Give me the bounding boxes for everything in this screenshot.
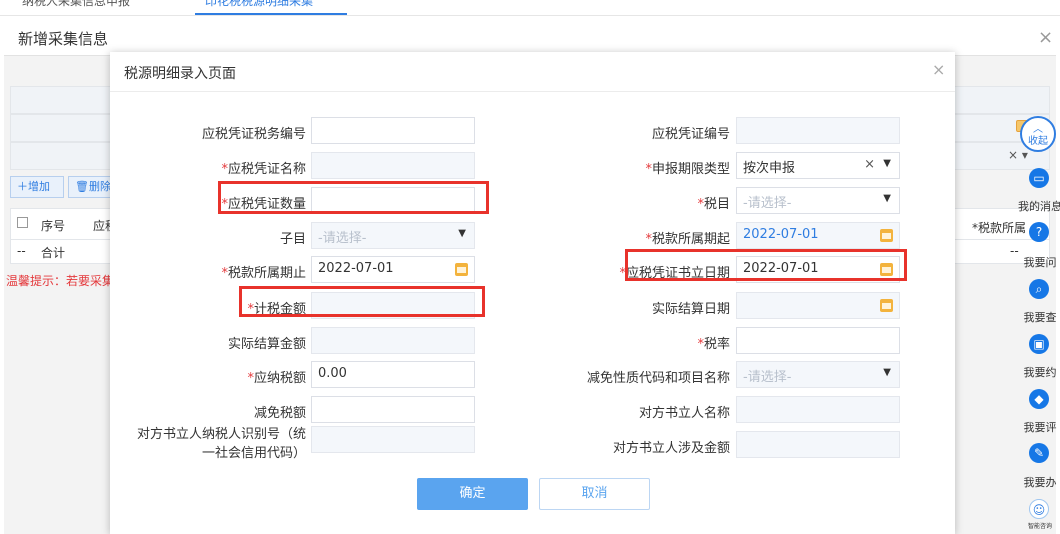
tax-reduction-input[interactable] — [311, 396, 475, 423]
tax-rate-input[interactable] — [736, 327, 900, 354]
field-label-actual-settlement-amount: 实际结算金额 — [227, 337, 306, 352]
tab-stamp-tax-source[interactable]: 印花税税源明细采集 — [205, 0, 313, 9]
field-label-counterparty-amount: 对方书立人涉及金额 — [612, 441, 730, 456]
cancel-button[interactable]: 取消 — [539, 478, 650, 510]
sub-item-select[interactable]: -请选择- ▼ — [311, 222, 475, 249]
field-label-counterparty-tax-id: 对方书立人纳税人识别号（统一社会信用代码） — [136, 427, 306, 461]
help-label-smart[interactable]: 智能咨询 — [1015, 521, 1060, 530]
modal-title: 税源明细录入页面 — [124, 66, 236, 82]
help-label-messages[interactable]: 我的消息 — [1015, 198, 1060, 214]
tax-payable-input[interactable]: 0.00 — [311, 361, 475, 388]
select-all-checkbox[interactable] — [17, 217, 28, 228]
field-label-reduction-code: 减免性质代码和项目名称 — [586, 371, 730, 386]
field-label-tax-rate: *税率 — [697, 337, 730, 352]
calendar-icon[interactable] — [880, 229, 893, 242]
column-header-tax-period: *税款所属 — [972, 221, 1027, 235]
field-label-voucher-tax-no: 应税凭证税务编号 — [201, 127, 306, 142]
delete-row-button[interactable]: 🗑删除 — [68, 176, 114, 198]
top-tab-strip: 纳税人采集信息申报 印花税税源明细采集 — [0, 0, 1060, 16]
close-icon[interactable]: × — [932, 60, 945, 79]
active-tab-indicator — [195, 13, 347, 15]
caret-down-icon: ▼ — [883, 193, 891, 204]
field-label-period-start: *税款所属期起 — [645, 232, 730, 247]
calendar-icon[interactable]: ▣ — [1029, 334, 1049, 354]
calendar-icon[interactable] — [455, 263, 468, 276]
warm-tip-text: 温馨提示：若要采集 — [6, 274, 115, 288]
voucher-name-input[interactable] — [311, 152, 475, 179]
actual-settlement-date-input[interactable] — [736, 292, 900, 319]
voucher-tax-no-input[interactable] — [311, 117, 475, 144]
help-label-ask[interactable]: 我要问 — [1015, 254, 1060, 270]
help-label-appoint[interactable]: 我要约 — [1015, 364, 1060, 380]
caret-down-icon: ▼ — [883, 158, 891, 169]
total-dash: -- — [17, 244, 26, 258]
period-start-date-input[interactable]: 2022-07-01 — [736, 222, 900, 249]
clear-select-icon[interactable]: × ▾ — [1008, 148, 1028, 162]
column-header-seq: 序号 — [41, 219, 66, 233]
caret-down-icon: ▼ — [458, 228, 466, 239]
rate-icon[interactable]: ◆ — [1029, 389, 1049, 409]
field-label-period-end: *税款所属期止 — [221, 266, 306, 281]
field-label-counterparty-name: 对方书立人名称 — [638, 406, 730, 421]
collapse-help-button[interactable]: ︿ 收起 — [1020, 116, 1056, 152]
edit-icon[interactable]: ✎ — [1029, 443, 1049, 463]
field-label-sub-item: 子目 — [279, 232, 306, 247]
outer-close-icon[interactable]: × — [1038, 27, 1053, 48]
counterparty-name-input[interactable] — [736, 396, 900, 423]
question-icon[interactable]: ? — [1029, 222, 1049, 242]
field-label-filing-period-type: *申报期限类型 — [645, 162, 730, 177]
field-label-actual-settlement-date: 实际结算日期 — [651, 302, 730, 317]
caret-down-icon: ▼ — [883, 367, 891, 378]
voucher-no-input[interactable] — [736, 117, 900, 144]
robot-icon[interactable]: ☺ — [1029, 499, 1049, 519]
counterparty-amount-input[interactable] — [736, 431, 900, 458]
trash-icon: 🗑 — [75, 180, 89, 193]
highlight-box-quantity — [218, 181, 489, 214]
clear-icon[interactable]: × — [864, 157, 875, 172]
modal-header: 税源明细录入页面 × — [110, 52, 955, 92]
help-label-rate[interactable]: 我要评 — [1015, 419, 1060, 435]
filing-period-type-select[interactable]: 按次申报 × ▼ — [736, 152, 900, 179]
chevron-up-icon: ︿ — [1033, 124, 1043, 135]
tax-source-entry-modal: 税源明细录入页面 × 应税凭证税务编号 *应税凭证名称 *应税凭证数量 子目 -… — [110, 52, 955, 534]
calendar-icon[interactable] — [880, 299, 893, 312]
reduction-code-select[interactable]: -请选择- ▼ — [736, 361, 900, 388]
confirm-button[interactable]: 确定 — [417, 478, 528, 510]
message-icon[interactable]: ▭ — [1029, 168, 1049, 188]
period-end-date-input[interactable]: 2022-07-01 — [311, 256, 475, 283]
help-label-handle[interactable]: 我要办 — [1015, 474, 1060, 490]
help-label-search[interactable]: 我要查 — [1015, 309, 1060, 325]
tab-taxpayer-info[interactable]: 纳税人采集信息申报 — [22, 0, 130, 9]
field-label-voucher-name: *应税凭证名称 — [221, 162, 306, 177]
counterparty-tax-id-input[interactable] — [311, 426, 475, 453]
field-label-voucher-no: 应税凭证编号 — [651, 127, 730, 142]
outer-dialog-title: 新增采集信息 — [18, 30, 109, 48]
tax-item-select[interactable]: -请选择- ▼ — [736, 187, 900, 214]
field-label-tax-reduction: 减免税额 — [253, 406, 306, 421]
search-icon[interactable]: ⌕ — [1029, 279, 1049, 299]
field-label-tax-item: *税目 — [697, 197, 730, 212]
add-row-button[interactable]: ＋增加 — [10, 176, 64, 198]
plus-icon: ＋ — [17, 180, 28, 193]
field-label-tax-payable: *应纳税额 — [247, 371, 306, 386]
highlight-box-issue-date — [625, 249, 907, 281]
total-label: 合计 — [41, 246, 66, 260]
actual-settlement-amount-input[interactable] — [311, 327, 475, 354]
highlight-box-taxable-amount — [239, 286, 485, 317]
